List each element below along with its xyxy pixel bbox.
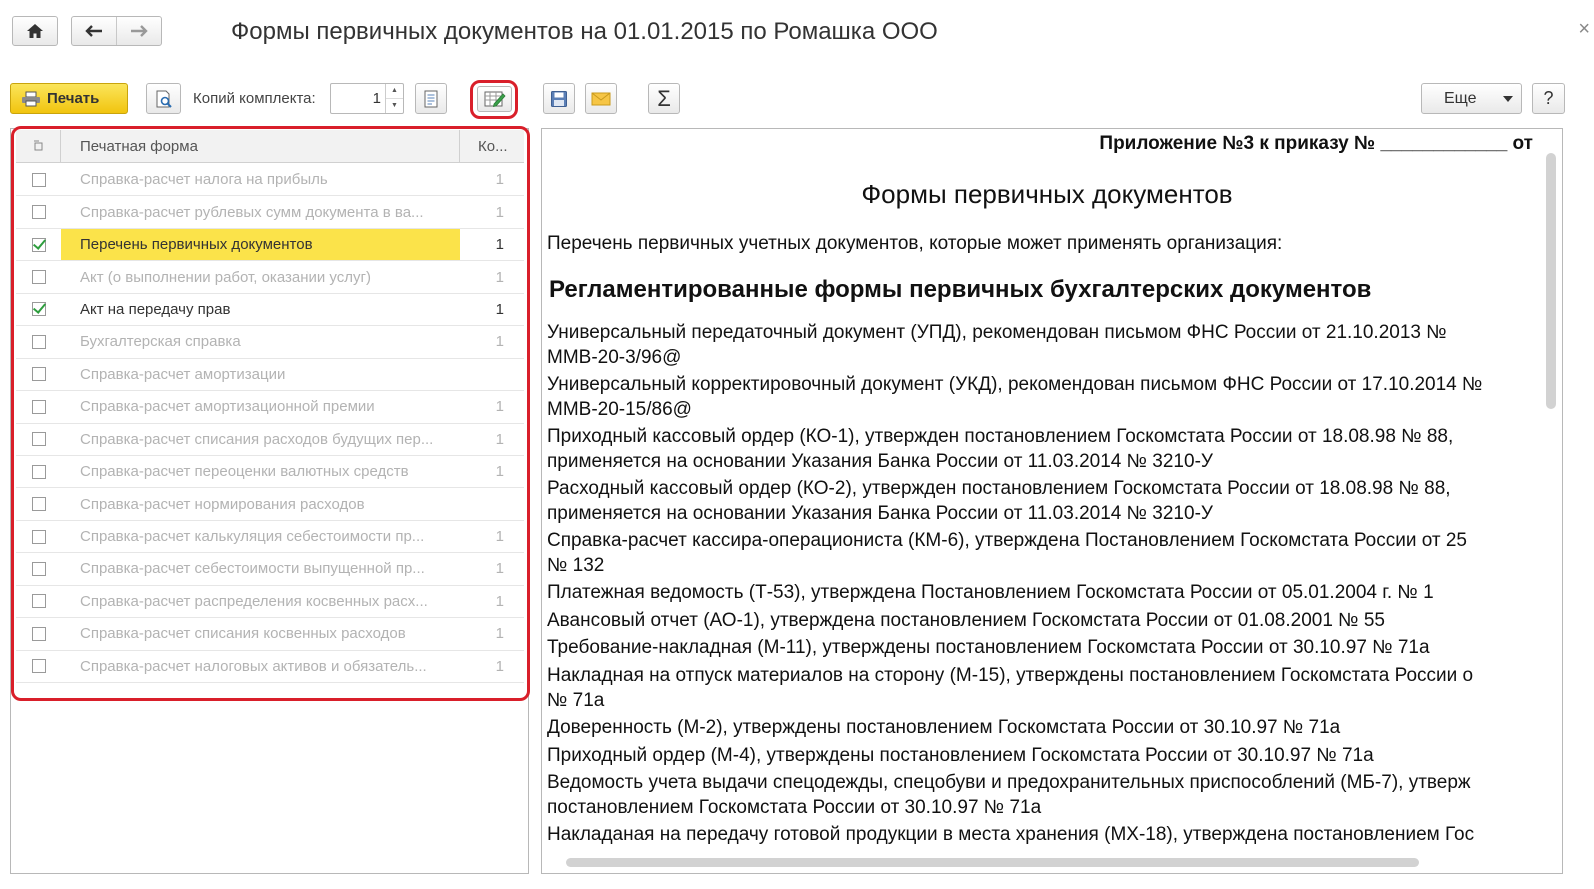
forward-button[interactable] (116, 17, 161, 45)
document-line: Накладная на отпуск материалов на сторон… (547, 665, 1474, 686)
save-icon (551, 90, 567, 107)
document-content: Приложение №3 к приказу № ____________ о… (547, 129, 1547, 855)
document-preview[interactable]: Приложение №3 к приказу № ____________ о… (541, 128, 1563, 874)
more-button[interactable]: Еще (1421, 83, 1522, 114)
preview-button[interactable] (146, 83, 181, 114)
sum-button[interactable]: Σ (648, 83, 680, 114)
vertical-scrollbar[interactable] (1546, 153, 1556, 409)
document-line: Накладаная на передачу готовой продукции… (547, 824, 1475, 845)
document-line: ММВ-20-15/86@ (547, 399, 692, 420)
print-button-label: Печать (47, 90, 100, 107)
help-button[interactable]: ? (1532, 83, 1565, 114)
document-line: Справка-расчет кассира-операциониста (КМ… (547, 530, 1467, 551)
copies-label: Копий комплекта: (193, 90, 316, 107)
history-navigation (71, 16, 162, 46)
document-heading: Регламентированные формы первичных бухга… (549, 276, 1372, 303)
envelope-icon (591, 92, 611, 105)
document-title: Формы первичных документов (861, 179, 1233, 209)
chevron-down-icon (1502, 95, 1513, 102)
page-settings-button[interactable] (415, 83, 447, 114)
document-line: применяется на основании Указания Банка … (547, 503, 1213, 524)
spin-up-icon[interactable]: ▲ (386, 84, 403, 98)
home-icon (27, 24, 43, 38)
document-line: Расходный кассовый ордер (КО-2), утвержд… (547, 478, 1451, 499)
document-line: Требование-накладная (М-11), утверждены … (547, 637, 1430, 658)
document-line: Платежная ведомость (Т-53), утверждена П… (547, 582, 1434, 603)
document-line: постановлением Госкомстата России от 30.… (547, 797, 1042, 818)
close-icon[interactable]: × (1578, 18, 1590, 41)
spin-down-icon[interactable]: ▼ (386, 98, 403, 113)
document-intro: Перечень первичных учетных документов, к… (547, 233, 1283, 254)
copies-value[interactable]: 1 (331, 84, 385, 113)
document-line: Авансовый отчет (АО-1), утверждена поста… (547, 610, 1385, 631)
document-line: Универсальный передаточный документ (УПД… (547, 322, 1447, 343)
highlight-edit-button (470, 80, 518, 119)
document-line: применяется на основании Указания Банка … (547, 451, 1213, 472)
send-email-button[interactable] (585, 83, 617, 114)
highlight-forms-list (11, 126, 530, 701)
more-button-label: Еще (1444, 89, 1477, 107)
arrow-right-icon (131, 25, 148, 37)
copies-stepper[interactable]: 1 ▲ ▼ (330, 83, 404, 114)
document-line: № 132 (547, 555, 605, 576)
back-button[interactable] (72, 17, 116, 45)
document-appendix: Приложение №3 к приказу № ____________ о… (1099, 133, 1533, 154)
horizontal-scrollbar[interactable] (566, 858, 1419, 867)
printer-icon (22, 91, 40, 106)
print-preview-icon (156, 90, 172, 108)
document-line: ММВ-20-3/96@ (547, 347, 682, 368)
window-title: Формы первичных документов на 01.01.2015… (231, 18, 938, 45)
document-line: Универсальный корректировочный документ … (547, 374, 1483, 395)
document-line: Приходный кассовый ордер (КО-1), утвержд… (547, 426, 1454, 447)
print-button[interactable]: Печать (10, 83, 128, 114)
document-line: Доверенность (М-2), утверждены постановл… (547, 717, 1341, 738)
arrow-left-icon (85, 25, 102, 37)
document-line: Приходный ордер (М-4), утверждены постан… (547, 745, 1374, 766)
document-line: Ведомость учета выдачи спецодежды, спецо… (547, 772, 1471, 793)
copies-spin[interactable]: ▲ ▼ (385, 84, 403, 113)
home-button[interactable] (12, 16, 58, 46)
page-settings-icon (424, 90, 438, 107)
document-line: № 71а (547, 690, 605, 711)
save-button[interactable] (543, 83, 575, 114)
